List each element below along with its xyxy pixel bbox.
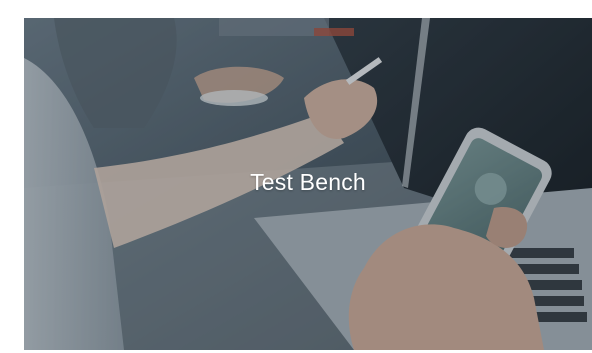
card-title: Test Bench [250, 169, 366, 195]
test-bench-card[interactable]: Test Bench [24, 18, 592, 350]
